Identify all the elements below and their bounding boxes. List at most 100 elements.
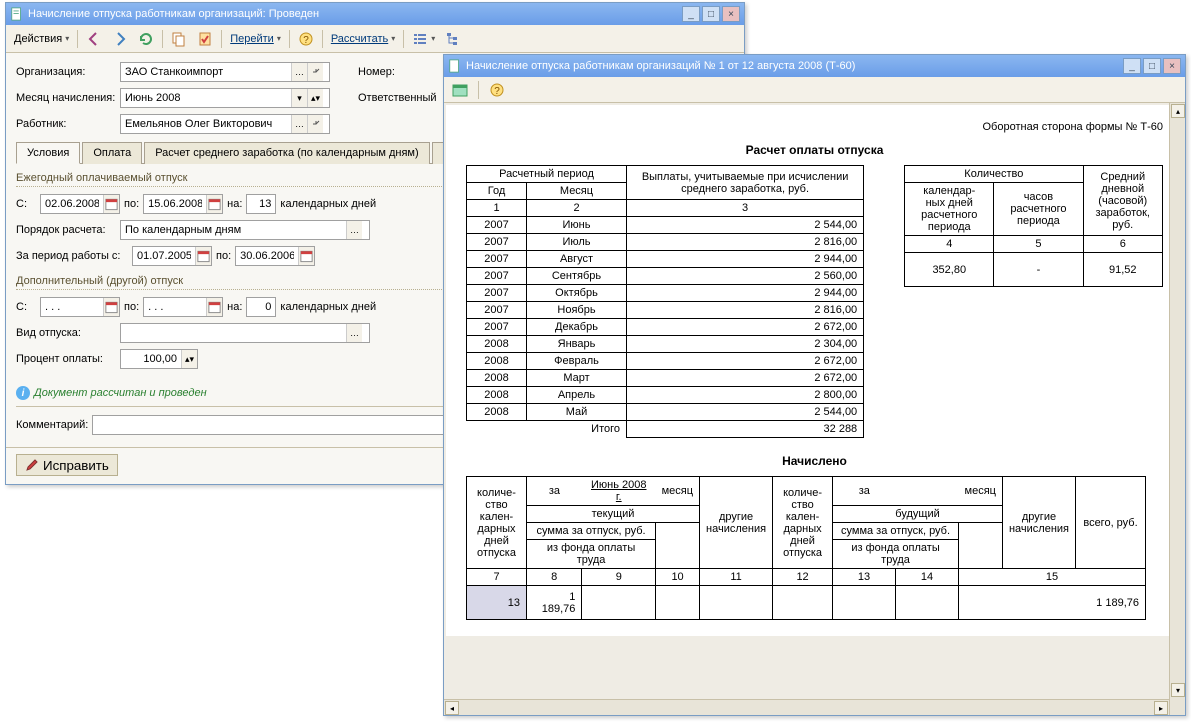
org-select-button[interactable]: … [291, 63, 307, 81]
print-help-button[interactable]: ? [485, 79, 509, 101]
tb-tree-icon[interactable] [441, 28, 465, 50]
extra-to-label: по: [124, 301, 139, 313]
org-input[interactable] [121, 63, 291, 81]
resp-label: Ответственный [358, 92, 437, 104]
tb-refresh-icon[interactable] [134, 28, 158, 50]
extra-to-calendar-button[interactable] [206, 298, 222, 316]
to-date-input[interactable] [144, 195, 206, 213]
month-input-group[interactable]: ▾ ▴▾ [120, 88, 330, 108]
for-label: на: [227, 198, 242, 210]
maximize-button[interactable]: □ [702, 6, 720, 22]
help-button[interactable]: ? [294, 28, 318, 50]
month-label: Месяц начисления: [16, 92, 116, 104]
from-label: С: [16, 198, 36, 210]
print-preview-window: Начисление отпуска работникам организаци… [443, 54, 1186, 716]
svg-text:?: ? [494, 86, 500, 97]
number-label: Номер: [358, 66, 395, 78]
toolbar: Действия▾ Перейти▾ ? Рассчитать▾ ▾ [6, 25, 744, 53]
vac-type-select-button[interactable]: … [346, 324, 362, 342]
minimize-button-2[interactable]: _ [1123, 58, 1141, 74]
org-open-button[interactable] [307, 63, 323, 81]
vac-type-input[interactable] [121, 324, 346, 342]
extra-from-calendar-button[interactable] [103, 298, 119, 316]
tb-right-icon[interactable] [108, 28, 132, 50]
worker-label: Работник: [16, 118, 116, 130]
extra-from-input[interactable] [41, 298, 103, 316]
titlebar: Начисление отпуска работникам организаци… [6, 3, 744, 25]
document-icon [448, 59, 462, 73]
tab-payment[interactable]: Оплата [82, 142, 142, 164]
from-date-input[interactable] [41, 195, 103, 213]
titlebar-2: Начисление отпуска работникам организаци… [444, 55, 1185, 77]
order-input[interactable] [121, 221, 346, 239]
worker-input-group[interactable]: … [120, 114, 330, 134]
status-text: Документ рассчитан и проведен [34, 387, 207, 399]
extra-for-label: на: [227, 301, 242, 313]
org-label: Организация: [16, 66, 116, 78]
period-to-calendar-button[interactable] [298, 247, 314, 265]
window-title: Начисление отпуска работникам организаци… [28, 8, 682, 20]
vac-type-label: Вид отпуска: [16, 327, 116, 339]
svg-text:?: ? [303, 35, 309, 46]
calc-title: Расчет оплаты отпуска [466, 143, 1163, 157]
tb-left-icon[interactable] [82, 28, 106, 50]
print-calendar-button[interactable] [448, 79, 472, 101]
extra-from-label: С: [16, 301, 36, 313]
month-spin-button[interactable]: ▴▾ [307, 89, 323, 107]
month-input[interactable] [121, 89, 291, 107]
period-from-calendar-button[interactable] [195, 247, 211, 265]
window-title-2: Начисление отпуска работникам организаци… [466, 60, 1123, 72]
period-label: За период работы с: [16, 250, 128, 262]
scroll-down-button[interactable]: ▾ [1171, 683, 1185, 697]
pct-label: Процент оплаты: [16, 353, 116, 365]
org-input-group[interactable]: … [120, 62, 330, 82]
fix-button[interactable]: Исправить [16, 454, 118, 476]
actions-menu[interactable]: Действия▾ [10, 28, 73, 50]
form-side-title: Оборотная сторона формы № Т-60 [466, 121, 1163, 133]
maximize-button-2[interactable]: □ [1143, 58, 1161, 74]
worker-input[interactable] [121, 115, 291, 133]
tab-avg-calc[interactable]: Расчет среднего заработка (по календарны… [144, 142, 429, 164]
accrued-table: количе- ство кален- дарных дней отпуска … [466, 476, 1146, 620]
scroll-right-button[interactable]: ▸ [1154, 701, 1168, 715]
close-button[interactable]: × [722, 6, 740, 22]
period-payments-table: Расчетный периодВыплаты, учитываемые при… [466, 165, 864, 438]
tb-copy-icon[interactable] [167, 28, 191, 50]
scroll-up-button[interactable]: ▴ [1171, 104, 1185, 118]
extra-days-input[interactable] [247, 298, 275, 316]
close-button-2[interactable]: × [1163, 58, 1181, 74]
order-label: Порядок расчета: [16, 224, 116, 236]
period-to-label: по: [216, 250, 231, 262]
tab-conditions[interactable]: Условия [16, 142, 80, 164]
averages-table: КоличествоСредний дневной (часовой) зара… [904, 165, 1163, 287]
month-dd-button[interactable]: ▾ [291, 89, 307, 107]
print-page: Оборотная сторона формы № Т-60 Расчет оп… [446, 105, 1183, 636]
period-from-input[interactable] [133, 247, 195, 265]
scroll-left-button[interactable]: ◂ [445, 701, 459, 715]
worker-select-button[interactable]: … [291, 115, 307, 133]
pct-spin-button[interactable]: ▴▾ [181, 350, 197, 368]
document-icon [10, 7, 24, 21]
period-to-input[interactable] [236, 247, 298, 265]
to-calendar-button[interactable] [206, 195, 222, 213]
extra-to-input[interactable] [144, 298, 206, 316]
to-label: по: [124, 198, 139, 210]
worker-open-button[interactable] [307, 115, 323, 133]
tb-post-icon[interactable] [193, 28, 217, 50]
info-icon: i [16, 386, 30, 400]
goto-menu[interactable]: Перейти▾ [226, 28, 285, 50]
accrued-title: Начислено [466, 454, 1163, 468]
comment-label: Комментарий: [16, 419, 88, 431]
tb-list-icon[interactable]: ▾ [408, 28, 439, 50]
order-select-button[interactable]: … [346, 221, 362, 239]
pct-input[interactable] [121, 350, 181, 368]
from-calendar-button[interactable] [103, 195, 119, 213]
scrollbar-vertical[interactable]: ▴ ▾ [1169, 103, 1185, 715]
print-toolbar: ? [444, 77, 1185, 103]
pencil-icon [25, 458, 39, 472]
scrollbar-horizontal[interactable]: ◂ ▸ [444, 699, 1169, 715]
extra-days-label: календарных дней [280, 301, 376, 313]
minimize-button[interactable]: _ [682, 6, 700, 22]
calc-menu[interactable]: Рассчитать▾ [327, 28, 399, 50]
days-input[interactable] [247, 195, 275, 213]
